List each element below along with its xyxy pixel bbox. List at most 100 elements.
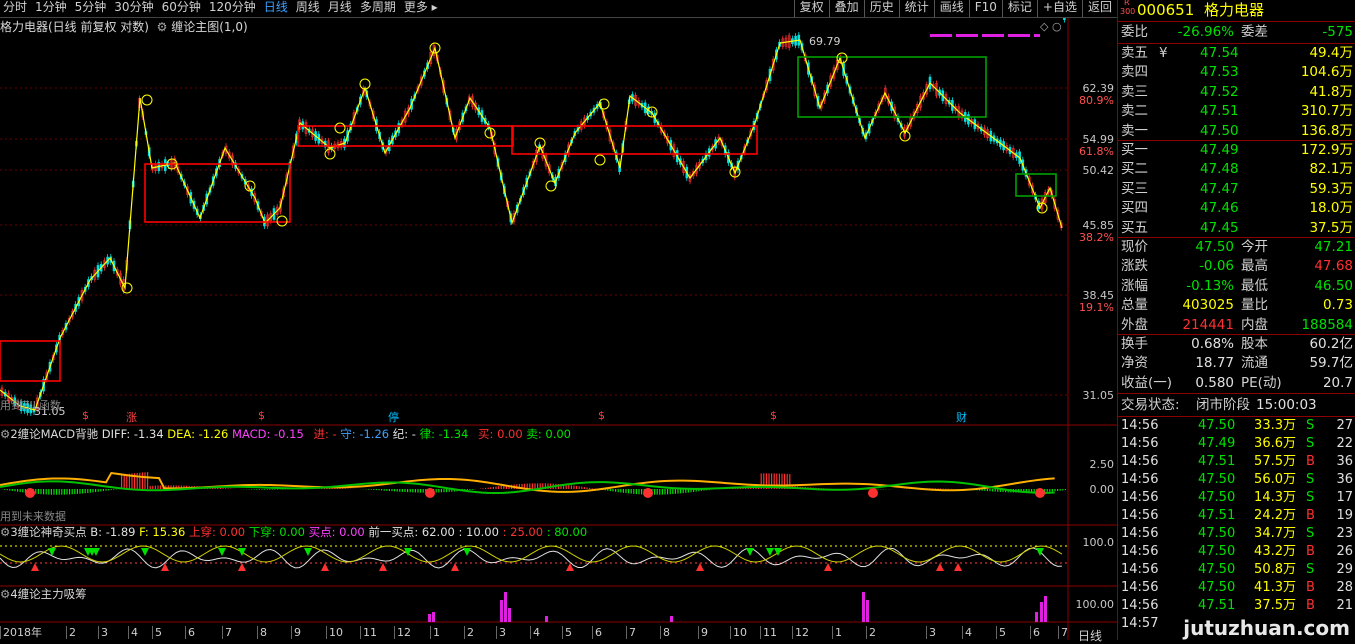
tick-row[interactable]: 14:56 47.50 56.0万 S 36	[1118, 471, 1355, 489]
event-marker[interactable]: $	[598, 409, 605, 422]
toolbar-button[interactable]: 统计	[898, 0, 934, 17]
shenqi-settings-icon[interactable]: ⚙	[0, 525, 10, 539]
tick-row[interactable]: 14:56 47.50 43.2万 B 26	[1118, 543, 1355, 561]
shenqi-indicator-name[interactable]: 3缠论神奇买点	[10, 525, 86, 539]
tick-price: 47.50	[1198, 526, 1236, 541]
tick-volume: 43.2万	[1254, 544, 1296, 559]
tick-row[interactable]: 14:56 47.49 36.6万 S 22	[1118, 435, 1355, 453]
pct-axis-label: 19.1%	[1079, 301, 1114, 314]
date-tick: 10	[730, 626, 747, 639]
macd-indicator-name[interactable]: 2缠论MACD背驰	[10, 427, 98, 441]
event-marker[interactable]: $	[82, 409, 89, 422]
order-volume: 310.7万	[1300, 103, 1353, 120]
tick-row[interactable]: 14:56 47.50 34.7万 S 23	[1118, 525, 1355, 543]
period-tab[interactable]: 月线	[325, 0, 357, 17]
period-tab[interactable]: 60分钟	[159, 0, 206, 17]
date-tick: 12	[394, 626, 411, 639]
event-marker[interactable]: $	[770, 409, 777, 422]
tick-row[interactable]: 14:56 47.51 57.5万 B 36	[1118, 453, 1355, 471]
macd-buy-marker	[643, 488, 653, 498]
period-tab[interactable]: 5分钟	[72, 0, 112, 17]
xishou-bar	[866, 600, 869, 622]
toolbar-button[interactable]: +自选	[1036, 0, 1082, 17]
date-tick: 2	[464, 626, 474, 639]
tick-row[interactable]: 14:56 47.50 50.8万 S 29	[1118, 561, 1355, 579]
toolbar-button[interactable]: 画线	[933, 0, 969, 17]
xishou-bar	[432, 612, 435, 622]
zil-note: 用到ZIL函数	[0, 399, 61, 412]
tick-volume: 37.5万	[1254, 598, 1296, 613]
order-price: 47.47	[1200, 180, 1239, 197]
tick-row[interactable]: 14:56 47.51 37.5万 B 21	[1118, 597, 1355, 615]
period-tab[interactable]: 周线	[293, 0, 325, 17]
period-tab[interactable]: 日线	[261, 0, 293, 17]
order-price: 47.52	[1200, 83, 1239, 100]
tick-row[interactable]: 14:56 47.50 14.3万 S 17	[1118, 489, 1355, 507]
dea-value: DEA: -1.26	[167, 427, 229, 441]
macd-settings-icon[interactable]: ⚙	[0, 427, 10, 441]
tick-side: B	[1306, 508, 1315, 523]
bids-row[interactable]: 买五 47.45 37.5万	[1118, 219, 1355, 238]
asks-row[interactable]: 卖二 47.51 310.7万	[1118, 102, 1355, 121]
xishou-settings-icon[interactable]: ⚙	[0, 587, 10, 601]
period-tab[interactable]: 120分钟	[206, 0, 261, 17]
xishou-bar	[1035, 612, 1038, 622]
event-marker[interactable]: 财	[956, 409, 967, 425]
asks-row[interactable]: 卖三 47.52 41.8万	[1118, 83, 1355, 102]
event-marker[interactable]: 涨	[126, 409, 137, 425]
asks-row[interactable]: 卖一 47.50 136.8万	[1118, 122, 1355, 141]
date-tick: 5	[996, 626, 1006, 639]
fundamental-row: 收益(一) 0.580 PE(动) 20.7	[1121, 374, 1353, 391]
toolbar-button[interactable]: 历史	[863, 0, 899, 17]
date-tick: 6	[592, 626, 602, 639]
tick-row[interactable]: 14:56 47.50 41.3万 B 28	[1118, 579, 1355, 597]
event-marker[interactable]: 停	[388, 409, 399, 425]
point-label-circle	[334, 122, 346, 134]
tick-volume: 56.0万	[1254, 472, 1296, 487]
period-tab[interactable]: 1分钟	[32, 0, 72, 17]
asks-row[interactable]: 卖四 47.53 104.6万	[1118, 63, 1355, 82]
bids-row[interactable]: 买三 47.47 59.3万	[1118, 180, 1355, 199]
tick-row[interactable]: 14:56 47.51 24.2万 B 19	[1118, 507, 1355, 525]
price-axis-label: 50.42	[1082, 164, 1115, 177]
shenqi-v1: : 10.00	[458, 525, 499, 539]
period-tab[interactable]: 更多 ▸	[401, 0, 443, 17]
tick-time: 14:56	[1121, 508, 1159, 523]
shenqi-up-arrow	[379, 563, 387, 571]
date-axis-period[interactable]: 日线	[1078, 627, 1102, 644]
price-axis-label: 31.05	[1082, 389, 1115, 402]
xishou-indicator-name[interactable]: 4缠论主力吸筹	[10, 587, 86, 601]
fundamental-row: 换手 0.68% 股本 60.2亿	[1121, 336, 1353, 352]
macd-buy-marker	[1035, 488, 1045, 498]
tick-row[interactable]: 14:56 47.50 33.3万 S 27	[1118, 417, 1355, 435]
shenqi-down-arrow	[304, 548, 312, 556]
stat-row: 涨幅 -0.13% 最低 46.50	[1121, 277, 1353, 294]
asks-row[interactable]: 卖五 ¥47.54 49.4万	[1118, 44, 1355, 63]
period-tab[interactable]: 多周期	[357, 0, 401, 17]
toolbar-button[interactable]: 返回	[1081, 0, 1117, 17]
watermark: jutuzhuan.com	[1183, 616, 1350, 640]
order-volume: 104.6万	[1300, 64, 1353, 81]
shenqi-f: F: 15.36	[139, 525, 186, 539]
tick-price: 47.51	[1198, 598, 1236, 613]
chart-canvas[interactable]	[0, 18, 1117, 640]
bids-row[interactable]: 买一 47.49 172.9万	[1118, 141, 1355, 160]
toolbar-button[interactable]: 复权	[793, 0, 829, 17]
tick-volume: 34.7万	[1254, 526, 1296, 541]
toolbar-button[interactable]: F10	[968, 0, 1002, 17]
bids-row[interactable]: 买四 47.46 18.0万	[1118, 199, 1355, 218]
event-marker[interactable]: $	[258, 409, 265, 422]
shenqi-title-row: ⚙3缠论神奇买点 B: -1.89 F: 15.36 上穿: 0.00 下穿: …	[0, 525, 587, 539]
tick-volume: 33.3万	[1254, 418, 1296, 433]
toolbar-button[interactable]: 标记	[1001, 0, 1037, 17]
bids-row[interactable]: 买二 47.48 82.1万	[1118, 160, 1355, 179]
shenqi-up: 上穿: 0.00	[188, 525, 246, 539]
shenqi-down-arrow	[746, 548, 754, 556]
date-tick: 7	[222, 626, 232, 639]
period-tab[interactable]: 分时	[0, 0, 32, 17]
zhongshu-box	[0, 340, 61, 382]
tick-volume: 41.3万	[1254, 580, 1296, 595]
period-tab[interactable]: 30分钟	[111, 0, 158, 17]
order-price: 47.46	[1200, 200, 1239, 217]
toolbar-button[interactable]: 叠加	[828, 0, 864, 17]
